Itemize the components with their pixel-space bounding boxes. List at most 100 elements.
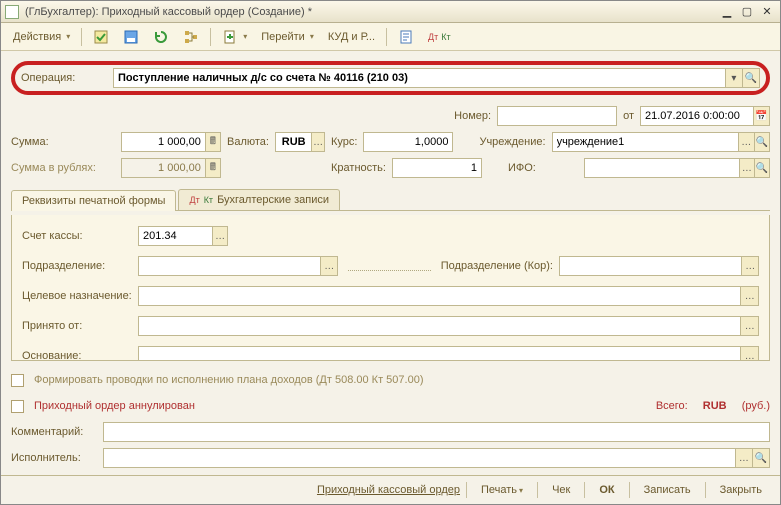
sum-label: Сумма:	[11, 136, 115, 148]
separator	[537, 482, 538, 498]
ok-button[interactable]: ОК	[591, 482, 622, 498]
ot-label: от	[623, 110, 634, 122]
subdiv-label: Подразделение:	[22, 260, 132, 272]
cash-account-input[interactable]	[139, 227, 212, 245]
dt-kt-button[interactable]: ДтКт	[422, 30, 457, 44]
tree-button[interactable]	[177, 27, 205, 47]
ellipsis-icon[interactable]: …	[741, 257, 758, 275]
basis-field[interactable]: …	[138, 346, 759, 361]
form-postings-label: Формировать проводки по исполнению плана…	[34, 374, 424, 386]
tab-print-form[interactable]: Реквизиты печатной формы	[11, 190, 176, 211]
sum-rub-input	[122, 159, 205, 177]
refresh-button[interactable]	[147, 27, 175, 47]
ellipsis-icon[interactable]: …	[740, 317, 758, 335]
total-unit: (руб.)	[742, 400, 770, 412]
annulled-label: Приходный ордер аннулирован	[34, 400, 195, 412]
report-button[interactable]	[392, 27, 420, 47]
actions-menu[interactable]: Действия	[7, 29, 76, 45]
close-window-button[interactable]: ✕	[758, 4, 776, 20]
mult-field[interactable]	[392, 158, 482, 178]
date-field[interactable]: 📅	[640, 106, 770, 126]
separator	[629, 482, 630, 498]
basis-label: Основание:	[22, 350, 132, 361]
separator	[386, 28, 387, 46]
performer-input[interactable]	[104, 449, 735, 467]
form-postings-checkbox[interactable]	[11, 374, 24, 387]
ifo-input[interactable]	[585, 159, 739, 177]
ellipsis-icon[interactable]: …	[740, 287, 758, 305]
org-input[interactable]	[553, 133, 738, 151]
ellipsis-icon[interactable]: …	[735, 449, 752, 467]
calendar-icon[interactable]: 📅	[753, 107, 769, 125]
print-button[interactable]: Печать	[473, 482, 531, 498]
search-icon[interactable]: 🔍	[754, 133, 769, 151]
subdiv-kor-field[interactable]: …	[559, 256, 759, 276]
date-input[interactable]	[641, 107, 753, 125]
org-label: Учреждение:	[479, 136, 545, 148]
dropdown-icon[interactable]: ▾	[725, 69, 742, 87]
sum-field[interactable]: 🖩	[121, 132, 221, 152]
rate-field[interactable]	[363, 132, 453, 152]
kud-button[interactable]: КУД и Р...	[322, 29, 381, 45]
purpose-input[interactable]	[139, 287, 740, 305]
ellipsis-icon[interactable]: …	[311, 133, 324, 151]
save-button-tb[interactable]	[117, 27, 145, 47]
content-area: Операция: ▾ 🔍 Номер: от 📅 Сумма:	[1, 51, 780, 475]
currency-field[interactable]: …	[275, 132, 325, 152]
total-currency: RUB	[703, 400, 727, 412]
operation-highlight: Операция: ▾ 🔍	[11, 61, 770, 95]
basis-input[interactable]	[139, 347, 740, 361]
tab-accounting-entries[interactable]: ДтКт Бухгалтерские записи	[178, 189, 340, 210]
received-from-input[interactable]	[139, 317, 740, 335]
subdiv-kor-input[interactable]	[560, 257, 741, 275]
tab-content: Счет кассы: … Подразделение: … Подраздел…	[11, 215, 770, 361]
comment-input[interactable]	[104, 423, 769, 441]
close-button[interactable]: Закрыть	[712, 482, 770, 498]
based-on-button[interactable]	[216, 27, 253, 47]
search-icon[interactable]: 🔍	[752, 449, 769, 467]
calculator-icon: 🖩	[205, 159, 220, 177]
number-label: Номер:	[454, 110, 491, 122]
comment-field[interactable]	[103, 422, 770, 442]
sum-input[interactable]	[122, 133, 205, 151]
goto-menu[interactable]: Перейти	[255, 29, 320, 45]
ellipsis-icon[interactable]: …	[738, 133, 753, 151]
separator	[210, 28, 211, 46]
number-field[interactable]	[497, 106, 617, 126]
doc-link[interactable]: Приходный кассовый ордер	[317, 484, 460, 496]
ifo-field[interactable]: … 🔍	[584, 158, 770, 178]
subdiv-field[interactable]: …	[138, 256, 338, 276]
maximize-button[interactable]: ▢	[738, 4, 756, 20]
kt-icon: Кт	[204, 195, 213, 205]
post-button[interactable]	[87, 27, 115, 47]
search-icon[interactable]: 🔍	[742, 69, 759, 87]
performer-field[interactable]: … 🔍	[103, 448, 770, 468]
ellipsis-icon[interactable]: …	[740, 347, 758, 361]
app-icon	[5, 5, 19, 19]
org-field[interactable]: … 🔍	[552, 132, 770, 152]
received-from-field[interactable]: …	[138, 316, 759, 336]
cash-account-field[interactable]: …	[138, 226, 228, 246]
calculator-icon[interactable]: 🖩	[205, 133, 220, 151]
number-input[interactable]	[498, 107, 616, 125]
mult-input[interactable]	[393, 159, 481, 177]
rate-input[interactable]	[364, 133, 452, 151]
ellipsis-icon[interactable]: …	[212, 227, 227, 245]
footer-bar: Приходный кассовый ордер Печать Чек ОК З…	[1, 475, 780, 504]
currency-label: Валюта:	[227, 136, 269, 148]
minimize-button[interactable]: ▁	[718, 4, 736, 20]
annulled-checkbox[interactable]	[11, 400, 24, 413]
currency-input[interactable]	[276, 133, 311, 151]
operation-field[interactable]: ▾ 🔍	[113, 68, 760, 88]
ellipsis-icon[interactable]: …	[739, 159, 754, 177]
check-button[interactable]: Чек	[544, 482, 578, 498]
purpose-field[interactable]: …	[138, 286, 759, 306]
comment-label: Комментарий:	[11, 426, 97, 438]
search-icon[interactable]: 🔍	[754, 159, 769, 177]
subdiv-input[interactable]	[139, 257, 320, 275]
subdiv-kor-label: Подразделение (Кор):	[441, 260, 553, 272]
ellipsis-icon[interactable]: …	[320, 257, 337, 275]
dt-icon: Дт	[189, 195, 199, 205]
operation-input[interactable]	[114, 69, 725, 87]
save-button[interactable]: Записать	[636, 482, 699, 498]
